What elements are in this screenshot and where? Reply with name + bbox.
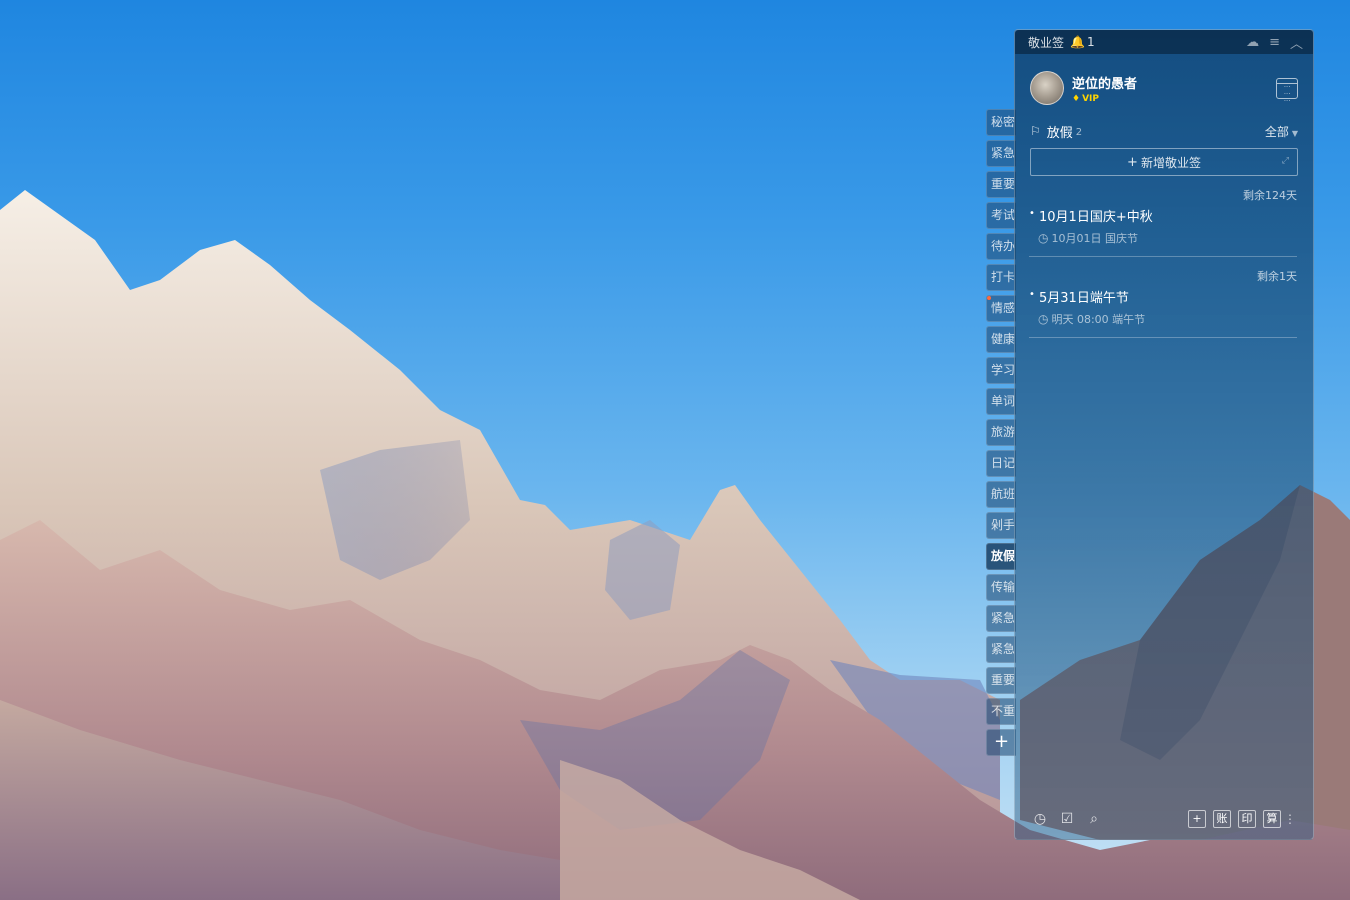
reminder-text: 明天 08:00 端午节: [1051, 313, 1146, 326]
side-tab-urgent-2[interactable]: 紧急: [986, 605, 1016, 632]
side-tab-transfer[interactable]: 传输: [986, 574, 1016, 601]
side-tab-study[interactable]: 学习: [986, 357, 1016, 384]
caret-down-icon: ▼: [1291, 128, 1298, 138]
filter-dropdown[interactable]: 全部 ▼: [1265, 123, 1298, 140]
side-tab-travel[interactable]: 旅游: [986, 419, 1016, 446]
todo-title: 10月1日国庆+中秋: [1039, 210, 1153, 225]
side-tab-secret[interactable]: 秘密: [986, 109, 1016, 136]
app-title: 敬业签: [1028, 35, 1065, 50]
filter-label: 全部: [1264, 124, 1289, 139]
side-tab-shopping[interactable]: 剁手: [986, 512, 1016, 539]
side-tab-important-2[interactable]: 重要: [986, 667, 1016, 694]
side-tab-holiday[interactable]: 放假: [986, 543, 1016, 570]
diamond-icon: ♦: [1072, 93, 1081, 104]
add-button[interactable]: +: [1188, 810, 1206, 828]
category-count: 2: [1075, 127, 1083, 138]
side-tab-flight[interactable]: 航班: [986, 481, 1016, 508]
bottom-toolbar: ◷ ☑ ⌕ + 账 印 算 ⋮: [1015, 799, 1313, 839]
vip-label: VIP: [1082, 93, 1099, 104]
title-bar[interactable]: 敬业签 🔔 1 ☁ ≡ ︿: [1015, 30, 1313, 54]
side-tab-checkin[interactable]: 打卡: [986, 264, 1016, 291]
user-profile: 逆位的愚者 ♦ VIP: [1015, 54, 1313, 112]
menu-icon[interactable]: ≡: [1269, 35, 1280, 50]
clock-icon[interactable]: ◷: [1032, 811, 1048, 827]
print-button[interactable]: 印: [1238, 810, 1256, 828]
side-tab-exam[interactable]: 考试: [986, 202, 1016, 229]
side-tab-diary[interactable]: 日记: [986, 450, 1016, 477]
side-tab-health[interactable]: 健康: [986, 326, 1016, 353]
add-note-button[interactable]: + 新增敬业签 ⤢: [1030, 148, 1298, 176]
bell-icon[interactable]: 🔔: [1070, 35, 1085, 49]
side-tab-urgent[interactable]: 紧急: [986, 140, 1016, 167]
sticky-note-panel: 敬业签 🔔 1 ☁ ≡ ︿ 逆位的愚者 ♦VIP ⚐ 放假 2 全部▼ + 新增…: [1014, 29, 1314, 840]
clock-icon: ◷: [1038, 231, 1049, 245]
remaining-days: 剩余124天: [1243, 189, 1297, 202]
ledger-button[interactable]: 账: [1213, 810, 1231, 828]
category-header: ⚐ 放假 2 全部 ▼: [1015, 120, 1313, 142]
plus-icon: +: [1127, 154, 1138, 170]
bullet-icon: •: [1029, 289, 1035, 300]
side-tab-important[interactable]: 重要: [986, 171, 1016, 198]
search-icon[interactable]: ⌕: [1086, 811, 1102, 827]
clock-icon: ◷: [1038, 312, 1049, 326]
side-tab-words[interactable]: 单词: [986, 388, 1016, 415]
side-tab-todo[interactable]: 待办: [986, 233, 1016, 260]
expand-icon[interactable]: ⤢: [1282, 156, 1289, 166]
notification-count: 1: [1086, 35, 1095, 49]
more-options-icon[interactable]: ⋮: [1284, 812, 1296, 826]
todo-reminder: ◷ 10月01日 国庆节: [1038, 230, 1138, 246]
collapse-icon[interactable]: ︿: [1290, 33, 1303, 52]
category-name: 放假: [1046, 125, 1073, 141]
username[interactable]: 逆位的愚者: [1072, 73, 1276, 92]
checklist-icon[interactable]: ☑: [1059, 811, 1075, 827]
todo-item[interactable]: 剩余1天 • 5月31日端午节 ◷ 明天 08:00 端午节: [1029, 257, 1297, 338]
category-tab-strip: 秘密 紧急 重要 考试 待办 打卡 情感 健康 学习 单词 旅游 日记 航班 剁…: [986, 109, 1016, 760]
todo-reminder: ◷ 明天 08:00 端午节: [1038, 311, 1145, 327]
add-category-button[interactable]: +: [986, 729, 1016, 756]
calculator-button[interactable]: 算: [1263, 810, 1281, 828]
bookmark-icon: ⚐: [1030, 124, 1041, 138]
cloud-sync-icon[interactable]: ☁: [1246, 35, 1259, 50]
remaining-days: 剩余1天: [1257, 270, 1297, 283]
side-tab-urgent-3[interactable]: 紧急: [986, 636, 1016, 663]
side-tab-unimportant[interactable]: 不重: [986, 698, 1016, 725]
reminder-text: 10月01日 国庆节: [1051, 232, 1138, 245]
add-note-label: 新增敬业签: [1140, 155, 1201, 170]
todo-title: 5月31日端午节: [1039, 291, 1129, 306]
vip-badge: ♦ VIP: [1072, 94, 1276, 104]
bullet-icon: •: [1029, 208, 1035, 219]
todo-item[interactable]: 剩余124天 • 10月1日国庆+中秋 ◷ 10月01日 国庆节: [1029, 176, 1297, 257]
avatar[interactable]: [1030, 71, 1064, 105]
calendar-icon[interactable]: [1276, 77, 1298, 99]
side-tab-emotion[interactable]: 情感: [986, 295, 1016, 322]
